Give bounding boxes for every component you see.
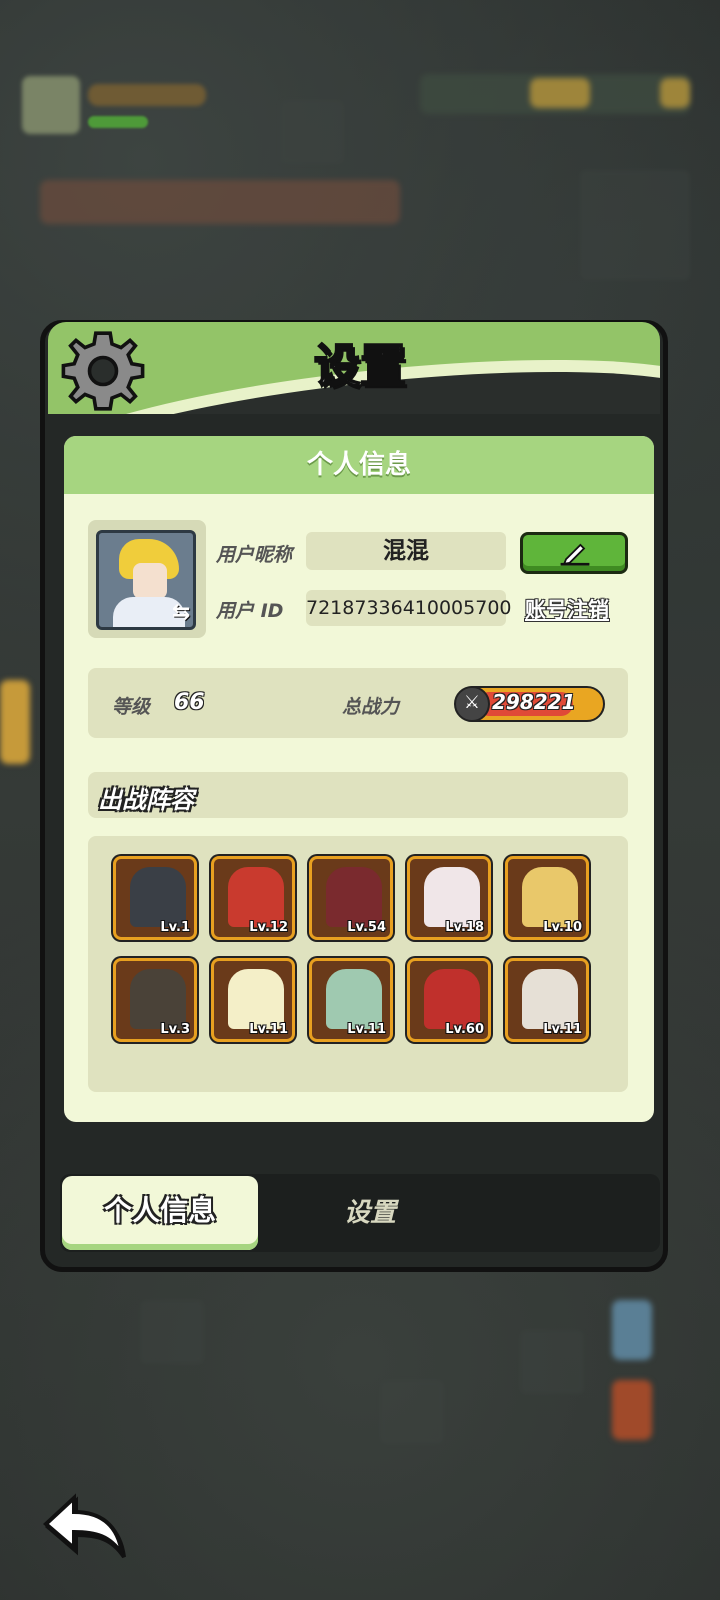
user-id-field: 72187336410005700 <box>306 590 512 626</box>
hero-card[interactable]: Lv.11 <box>211 958 295 1042</box>
hero-level: Lv.12 <box>249 920 288 935</box>
hero-portrait <box>130 867 186 927</box>
hero-level: Lv.3 <box>160 1022 190 1037</box>
id-label: 用户 ID <box>216 600 284 622</box>
hero-level: Lv.54 <box>347 920 386 935</box>
hero-card[interactable]: Lv.1 <box>113 856 197 940</box>
hero-level: Lv.60 <box>445 1022 484 1037</box>
hero-level: Lv.11 <box>249 1022 288 1037</box>
nickname-field: 混混 <box>306 532 506 570</box>
hero-card[interactable]: Lv.60 <box>407 958 491 1042</box>
hero-card[interactable]: Lv.11 <box>505 958 589 1042</box>
back-arrow-icon[interactable] <box>40 1490 130 1560</box>
power-value: 298221 <box>492 690 576 714</box>
hero-portrait <box>522 867 578 927</box>
swords-icon: ⚔ <box>454 686 490 722</box>
power-label: 总战力 <box>342 696 400 718</box>
delete-account-link[interactable]: 账号注销 <box>525 594 609 624</box>
hero-portrait <box>326 867 382 927</box>
hud-avatar <box>22 76 80 134</box>
hero-card[interactable]: Lv.54 <box>309 856 393 940</box>
level-value: 66 <box>174 690 205 715</box>
hud-name-bar <box>88 84 206 106</box>
tab-personal-info[interactable]: 个人信息 <box>62 1176 258 1250</box>
tab-settings[interactable]: 设置 <box>300 1176 440 1250</box>
hero-card[interactable]: Lv.10 <box>505 856 589 940</box>
hero-level: Lv.18 <box>445 920 484 935</box>
hero-card[interactable]: Lv.12 <box>211 856 295 940</box>
hero-level: Lv.11 <box>347 1022 386 1037</box>
hero-portrait <box>130 969 186 1029</box>
section-title: 个人信息 <box>64 436 654 494</box>
hero-portrait <box>522 969 578 1029</box>
hero-card[interactable]: Lv.3 <box>113 958 197 1042</box>
hero-card[interactable]: Lv.11 <box>309 958 393 1042</box>
hero-portrait <box>424 969 480 1029</box>
hud-xp-bar <box>88 116 148 128</box>
hero-portrait <box>228 969 284 1029</box>
pencil-icon <box>560 543 590 566</box>
hero-level: Lv.11 <box>543 1022 582 1037</box>
nickname-label: 用户昵称 <box>216 544 293 566</box>
swap-avatar-icon[interactable]: ⇆ <box>172 600 198 626</box>
page-title: 设置 <box>313 338 407 394</box>
hero-portrait <box>326 969 382 1029</box>
edit-nickname-button[interactable] <box>520 532 628 574</box>
hero-portrait <box>228 867 284 927</box>
hero-level: Lv.10 <box>543 920 582 935</box>
hero-portrait <box>424 867 480 927</box>
level-label: 等级 <box>112 696 151 718</box>
hero-card[interactable]: Lv.18 <box>407 856 491 940</box>
hero-level: Lv.1 <box>160 920 190 935</box>
lineup-title: 出战阵容 <box>98 786 194 814</box>
